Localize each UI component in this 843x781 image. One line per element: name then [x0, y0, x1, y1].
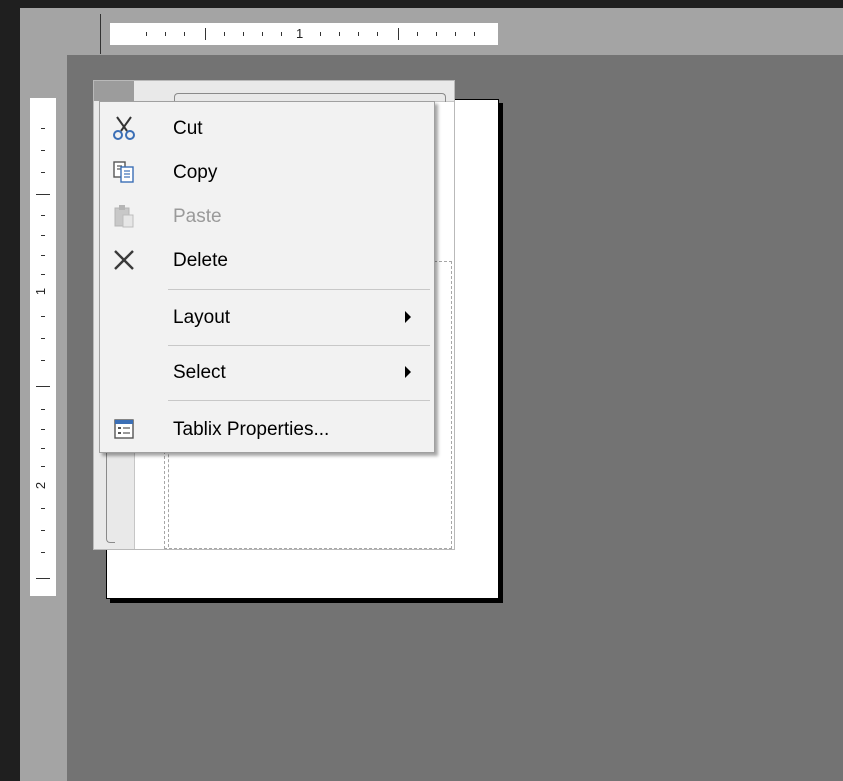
paste-icon: [110, 203, 138, 229]
delete-x-icon: [110, 247, 138, 273]
menu-item-cut[interactable]: Cut: [102, 108, 432, 148]
menu-item-label: Cut: [173, 118, 203, 139]
menu-separator: [168, 289, 430, 290]
menu-item-label: Select: [173, 362, 226, 383]
menu-item-label: Tablix Properties...: [173, 419, 330, 440]
menu-item-tablix-properties[interactable]: Tablix Properties...: [102, 409, 432, 449]
window-top-strip: [0, 0, 843, 8]
menu-separator: [168, 345, 430, 346]
menu-item-select[interactable]: Select: [102, 352, 432, 392]
horizontal-ruler: 1: [110, 23, 498, 45]
submenu-arrow-icon: [405, 366, 411, 378]
properties-icon: [110, 416, 138, 442]
menu-item-layout[interactable]: Layout: [102, 297, 432, 337]
menu-item-label: Delete: [173, 250, 228, 271]
window-left-frame: [0, 0, 20, 781]
menu-item-copy[interactable]: Copy: [102, 152, 432, 192]
vertical-ruler-label-1: 1: [33, 287, 49, 296]
scissors-icon: [110, 115, 138, 141]
menu-item-label: Copy: [173, 162, 218, 183]
submenu-arrow-icon: [405, 311, 411, 323]
ruler-corner-divider: [100, 14, 101, 54]
vertical-ruler-label-2: 2: [33, 481, 49, 490]
context-menu: Cut Copy Paste Delete Layout Select Tabl…: [99, 101, 435, 453]
menu-item-label: Paste: [173, 206, 222, 227]
copy-icon: [110, 159, 138, 185]
horizontal-ruler-label-1: 1: [296, 26, 304, 41]
menu-item-delete[interactable]: Delete: [102, 240, 432, 280]
tablix-corner-handle[interactable]: [94, 81, 134, 101]
menu-item-paste[interactable]: Paste: [102, 196, 432, 236]
menu-separator: [168, 400, 430, 401]
vertical-ruler: 1 2: [30, 98, 56, 596]
menu-item-label: Layout: [173, 307, 231, 328]
